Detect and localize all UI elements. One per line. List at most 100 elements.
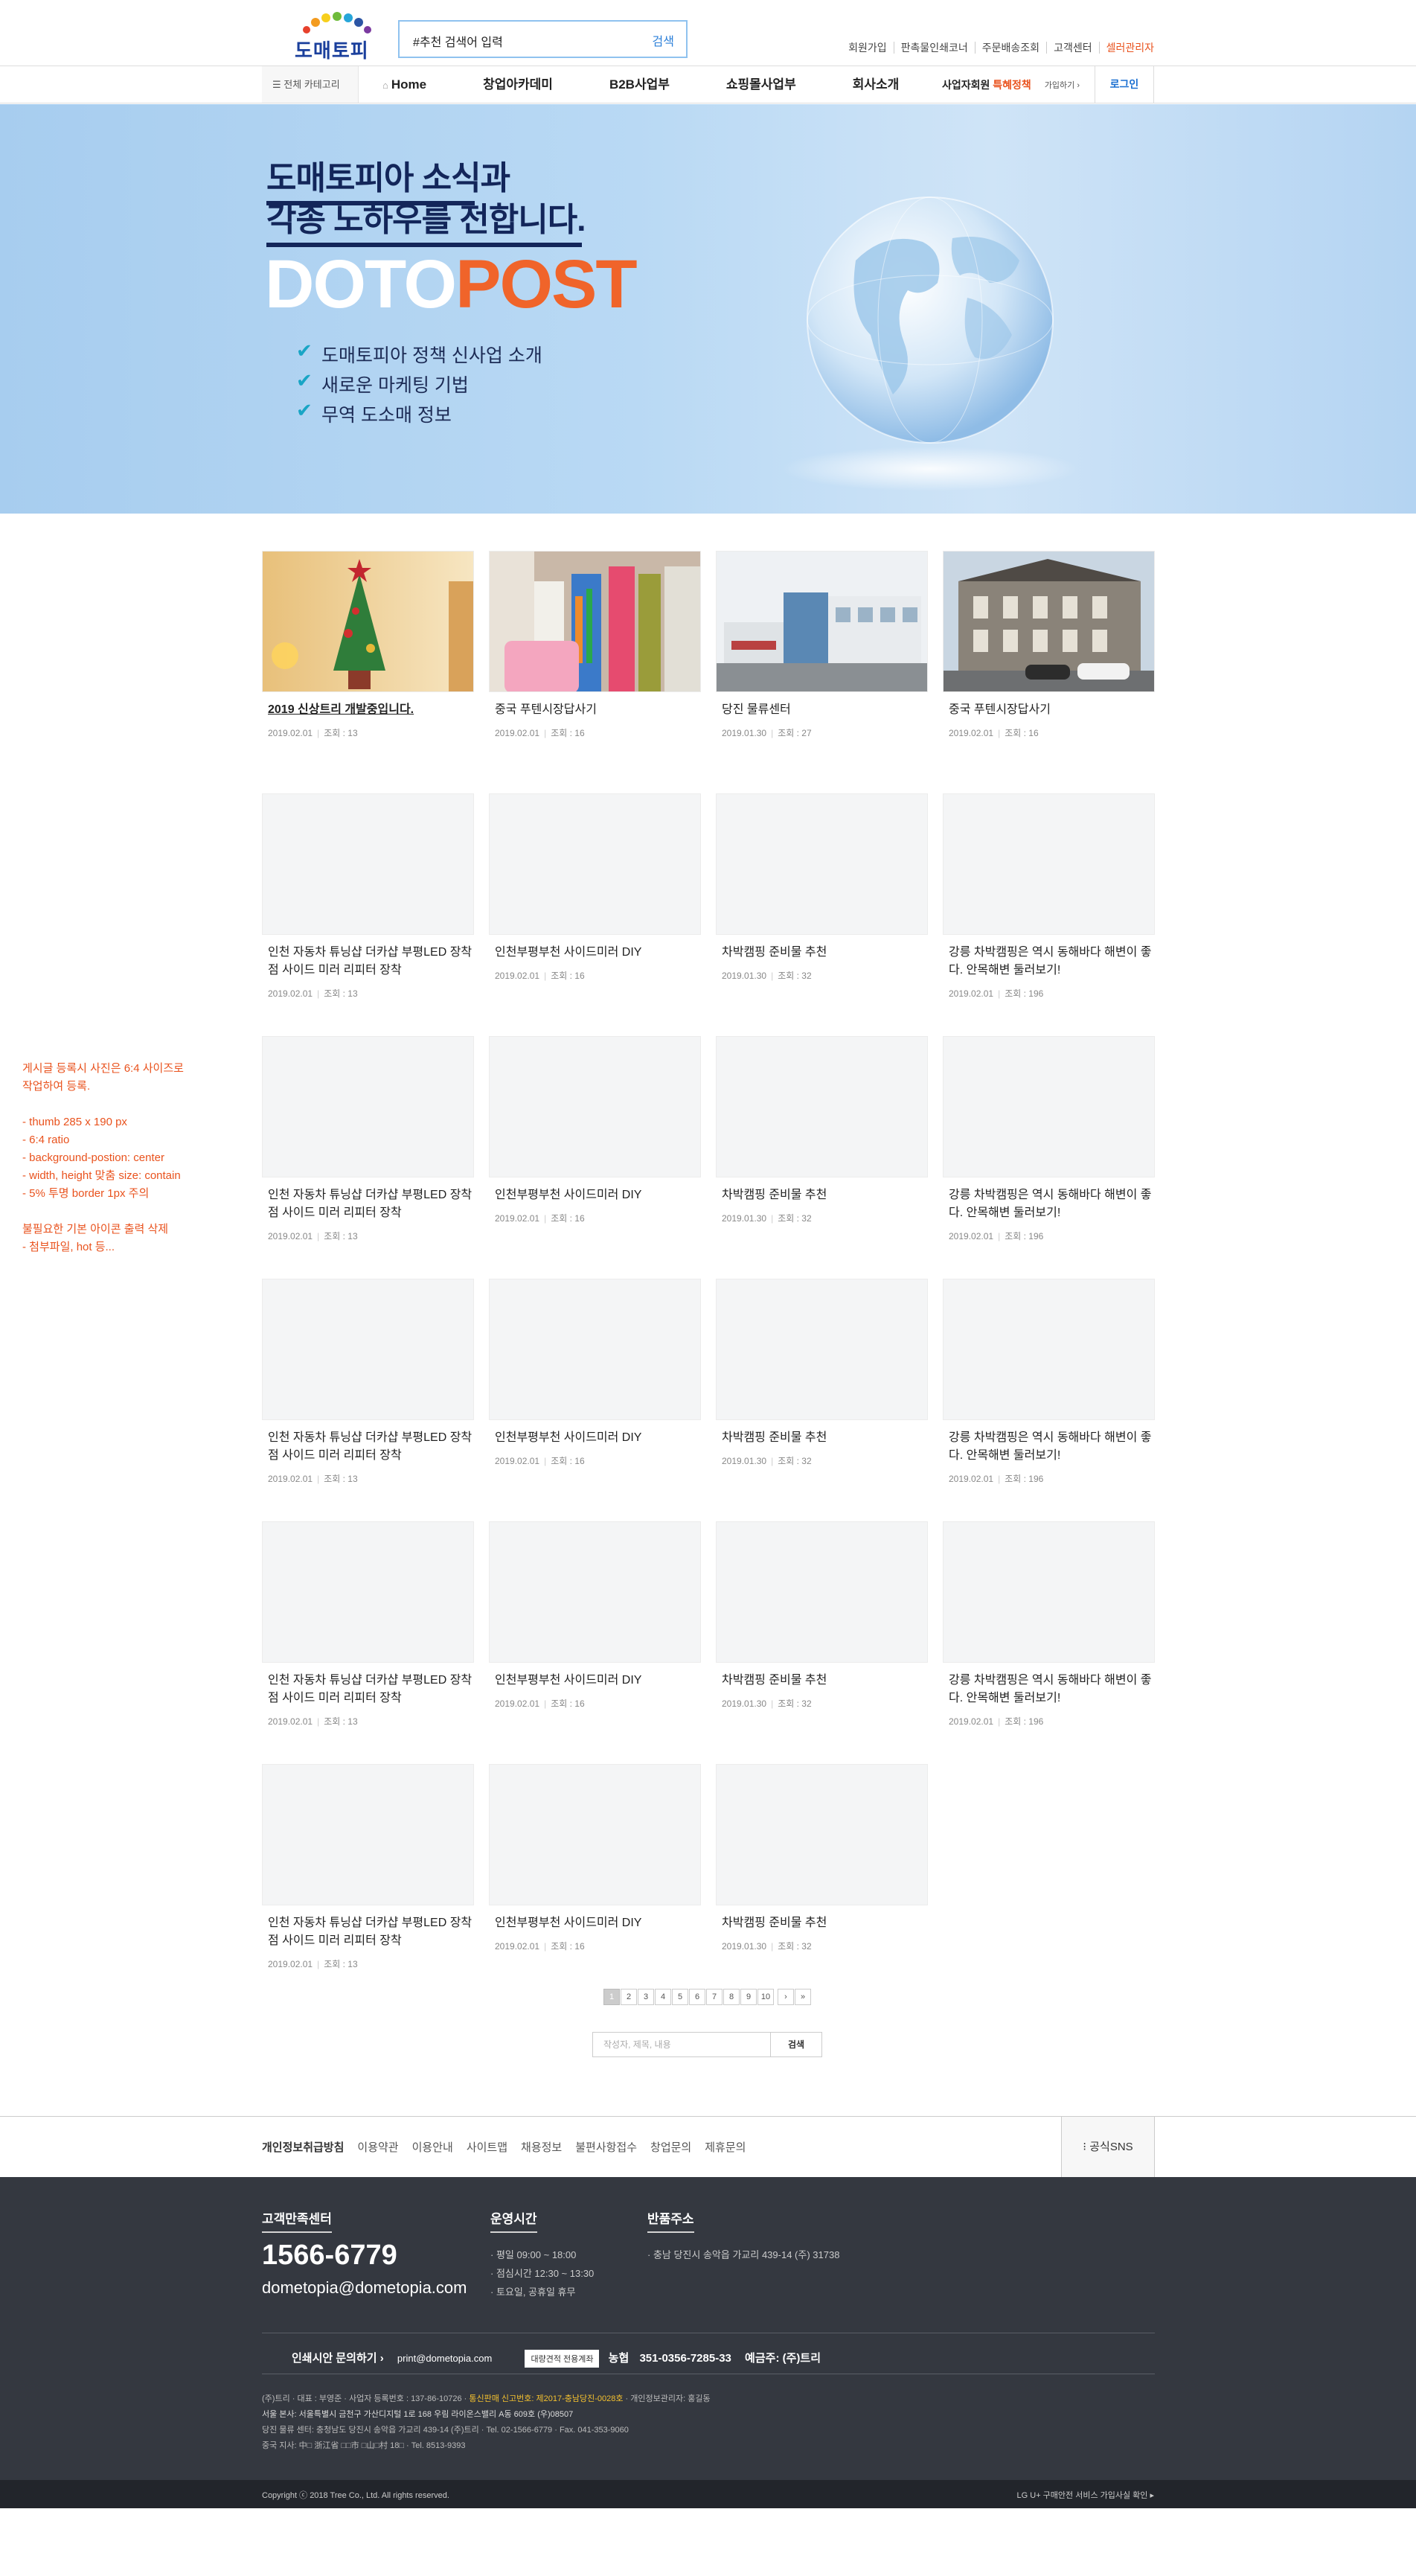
post-card[interactable]: 인천 자동차 튜닝샵 더카샵 부평LED 장착점 사이드 미러 리피터 장착 20… <box>262 1036 474 1242</box>
menu-item[interactable]: B2B사업부 <box>609 66 698 103</box>
post-title[interactable]: 강릉 차박캠핑은 역시 동해바다 해변이 좋다. 안목해변 둘러보기! <box>943 1672 1155 1707</box>
search-box[interactable]: #추천 검색어 입력 검색 <box>398 20 688 58</box>
post-thumbnail[interactable] <box>716 1764 928 1905</box>
page-link[interactable]: 1 <box>603 1989 620 2005</box>
site-logo[interactable]: 도매토피아 <box>295 10 384 89</box>
post-card[interactable]: 차박캠핑 준비물 추천 2019.01.30 | 조회 : 32 <box>716 1764 928 1952</box>
page-link[interactable]: 9 <box>740 1989 757 2005</box>
post-title[interactable]: 인천부평부천 사이드미러 DIY <box>489 1186 701 1204</box>
post-card[interactable]: 차박캠핑 준비물 추천 2019.01.30 | 조회 : 32 <box>716 1036 928 1224</box>
biz-member-link[interactable]: 사업자회원 특혜정책 <box>942 77 1031 92</box>
post-thumbnail[interactable] <box>943 551 1155 692</box>
board-search-input[interactable]: 작성자, 제목, 내용 <box>592 2032 771 2057</box>
post-card[interactable]: 인천부평부천 사이드미러 DIY 2019.02.01 | 조회 : 16 <box>489 793 701 982</box>
post-title[interactable]: 차박캠핑 준비물 추천 <box>716 1672 928 1690</box>
post-thumbnail[interactable] <box>943 793 1155 935</box>
page-link[interactable]: 10 <box>757 1989 774 2005</box>
post-thumbnail[interactable] <box>489 551 701 692</box>
post-card[interactable]: 차박캠핑 준비물 추천 2019.01.30 | 조회 : 32 <box>716 1279 928 1467</box>
post-thumbnail[interactable] <box>943 1521 1155 1663</box>
post-card[interactable]: 2019 신상트리 개발중입니다. 2019.02.01 | 조회 : 13 <box>262 551 474 739</box>
post-card[interactable]: 차박캠핑 준비물 추천 2019.01.30 | 조회 : 32 <box>716 1521 928 1710</box>
post-card[interactable]: 인천부평부천 사이드미러 DIY 2019.02.01 | 조회 : 16 <box>489 1764 701 1952</box>
page-link[interactable]: 7 <box>706 1989 723 2005</box>
post-title[interactable]: 차박캠핑 준비물 추천 <box>716 1186 928 1204</box>
post-title[interactable]: 인천부평부천 사이드미러 DIY <box>489 1429 701 1447</box>
post-thumbnail[interactable] <box>262 793 474 935</box>
post-thumbnail[interactable] <box>943 1279 1155 1420</box>
footer-link[interactable]: 이용약관 <box>357 2139 398 2155</box>
post-card[interactable]: 강릉 차박캠핑은 역시 동해바다 해변이 좋다. 안목해변 둘러보기! 2019.… <box>943 793 1155 1000</box>
post-thumbnail[interactable] <box>489 793 701 935</box>
post-thumbnail[interactable] <box>489 1521 701 1663</box>
post-thumbnail[interactable] <box>943 1036 1155 1177</box>
post-title[interactable]: 인천부평부천 사이드미러 DIY <box>489 1914 701 1932</box>
post-thumbnail[interactable] <box>716 1279 928 1420</box>
search-button[interactable]: 검색 <box>653 31 674 49</box>
footer-link[interactable]: 불편사항접수 <box>575 2139 637 2155</box>
post-thumbnail[interactable] <box>489 1279 701 1420</box>
post-title[interactable]: 차박캠핑 준비물 추천 <box>716 1914 928 1932</box>
post-title[interactable]: 인천 자동차 튜닝샵 더카샵 부평LED 장착점 사이드 미러 리피터 장착 <box>262 1914 474 1950</box>
post-card[interactable]: 중국 푸텐시장답사기 2019.02.01 | 조회 : 16 <box>943 551 1155 739</box>
top-link[interactable]: 고객센터 <box>1046 42 1092 54</box>
menu-item[interactable]: ⌂ Home <box>382 66 455 103</box>
post-card[interactable]: 차박캠핑 준비물 추천 2019.01.30 | 조회 : 32 <box>716 793 928 982</box>
post-title[interactable]: 당진 물류센터 <box>716 701 928 719</box>
post-card[interactable]: 인천부평부천 사이드미러 DIY 2019.02.01 | 조회 : 16 <box>489 1036 701 1224</box>
menu-item[interactable]: 창업아카데미 <box>483 66 581 103</box>
post-thumbnail[interactable] <box>262 551 474 692</box>
post-card[interactable]: 인천 자동차 튜닝샵 더카샵 부평LED 장착점 사이드 미러 리피터 장착 20… <box>262 1279 474 1485</box>
top-link[interactable]: 셀러관리자 <box>1098 42 1154 54</box>
footer-link[interactable]: 제휴문의 <box>705 2139 746 2155</box>
post-title[interactable]: 인천 자동차 튜닝샵 더카샵 부평LED 장착점 사이드 미러 리피터 장착 <box>262 1429 474 1465</box>
post-thumbnail[interactable] <box>716 551 928 692</box>
post-thumbnail[interactable] <box>716 1036 928 1177</box>
post-thumbnail[interactable] <box>489 1764 701 1905</box>
footer-link[interactable]: 이용안내 <box>412 2139 453 2155</box>
next-page-button[interactable]: › <box>778 1989 794 2005</box>
page-link[interactable]: 2 <box>621 1989 637 2005</box>
post-title[interactable]: 차박캠핑 준비물 추천 <box>716 944 928 962</box>
post-title[interactable]: 인천부평부천 사이드미러 DIY <box>489 944 701 962</box>
print-inquiry-link[interactable]: 인쇄시안 문의하기 › <box>292 2352 384 2365</box>
page-link[interactable]: 6 <box>689 1989 705 2005</box>
last-page-button[interactable]: » <box>795 1989 811 2005</box>
post-card[interactable]: 강릉 차박캠핑은 역시 동해바다 해변이 좋다. 안목해변 둘러보기! 2019.… <box>943 1521 1155 1728</box>
official-sns-button[interactable]: ⁝ 공식SNS <box>1061 2117 1155 2178</box>
footer-link[interactable]: 채용정보 <box>521 2139 562 2155</box>
print-email[interactable]: print@dometopia.com <box>397 2353 492 2364</box>
post-card[interactable]: 인천부평부천 사이드미러 DIY 2019.02.01 | 조회 : 16 <box>489 1521 701 1710</box>
post-thumbnail[interactable] <box>716 1521 928 1663</box>
post-title[interactable]: 인천 자동차 튜닝샵 더카샵 부평LED 장착점 사이드 미러 리피터 장착 <box>262 944 474 979</box>
footer-link[interactable]: 창업문의 <box>650 2139 691 2155</box>
post-title[interactable]: 강릉 차박캠핑은 역시 동해바다 해변이 좋다. 안목해변 둘러보기! <box>943 1429 1155 1465</box>
post-thumbnail[interactable] <box>262 1764 474 1905</box>
post-title[interactable]: 강릉 차박캠핑은 역시 동해바다 해변이 좋다. 안목해변 둘러보기! <box>943 944 1155 979</box>
post-title[interactable]: 2019 신상트리 개발중입니다. <box>262 701 474 719</box>
post-card[interactable]: 당진 물류센터 2019.01.30 | 조회 : 27 <box>716 551 928 739</box>
post-title[interactable]: 중국 푸텐시장답사기 <box>943 701 1155 719</box>
post-thumbnail[interactable] <box>262 1036 474 1177</box>
page-link[interactable]: 3 <box>638 1989 654 2005</box>
post-card[interactable]: 인천 자동차 튜닝샵 더카샵 부평LED 장착점 사이드 미러 리피터 장착 20… <box>262 1764 474 1970</box>
footer-link[interactable]: 개인정보취급방침 <box>262 2139 344 2155</box>
post-title[interactable]: 인천 자동차 튜닝샵 더카샵 부평LED 장착점 사이드 미러 리피터 장착 <box>262 1186 474 1222</box>
login-button[interactable]: 로그인 <box>1095 66 1154 103</box>
post-card[interactable]: 중국 푸텐시장답사기 2019.02.01 | 조회 : 16 <box>489 551 701 739</box>
post-card[interactable]: 강릉 차박캠핑은 역시 동해바다 해변이 좋다. 안목해변 둘러보기! 2019.… <box>943 1279 1155 1485</box>
footer-link[interactable]: 사이트맵 <box>467 2139 507 2155</box>
post-thumbnail[interactable] <box>489 1036 701 1177</box>
search-input[interactable]: #추천 검색어 입력 <box>413 32 503 50</box>
post-card[interactable]: 인천부평부천 사이드미러 DIY 2019.02.01 | 조회 : 16 <box>489 1279 701 1467</box>
post-title[interactable]: 인천부평부천 사이드미러 DIY <box>489 1672 701 1690</box>
menu-item[interactable]: 회사소개 <box>853 66 928 103</box>
all-category-button[interactable]: ☰ 전체 카테고리 <box>262 66 359 103</box>
top-link[interactable]: 주문배송조회 <box>974 42 1040 54</box>
escrow-link[interactable]: LG U+ 구매안전 서비스 가입사실 확인 ▸ <box>1017 2489 1154 2501</box>
post-thumbnail[interactable] <box>716 793 928 935</box>
menu-item[interactable]: 쇼핑몰사업부 <box>726 66 824 103</box>
post-title[interactable]: 차박캠핑 준비물 추천 <box>716 1429 928 1447</box>
top-link[interactable]: 회원가입 <box>848 42 887 54</box>
cs-email[interactable]: dometopia@dometopia.com <box>262 2278 467 2298</box>
